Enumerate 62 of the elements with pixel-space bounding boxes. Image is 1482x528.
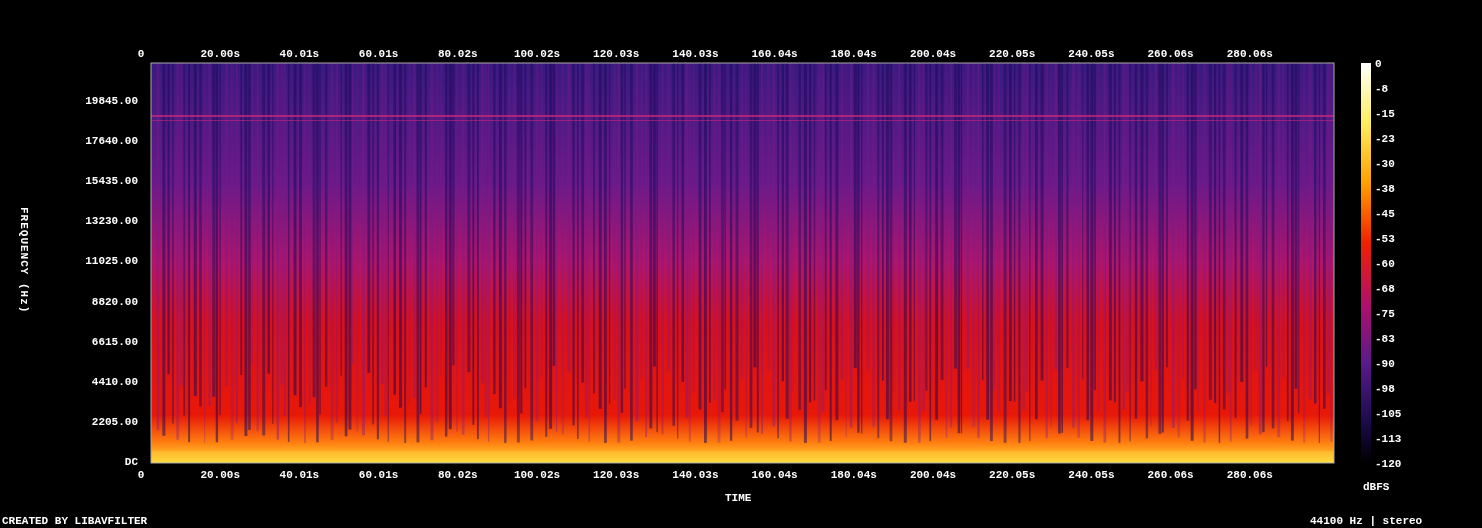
time-tick-label: 260.06s	[1147, 470, 1194, 481]
frequency-tick-label: 15435.00	[85, 176, 138, 188]
time-tick-label: 140.03s	[672, 49, 719, 60]
scale-unit-label: dBFS	[1363, 482, 1390, 493]
time-tick-label: 160.04s	[751, 49, 798, 60]
scale-tick-label: -68	[1375, 284, 1395, 295]
scale-tick-label: -15	[1375, 109, 1395, 120]
scale-tick-label: -113	[1375, 434, 1402, 445]
frequency-tick-label: 2205.00	[91, 416, 138, 428]
scale-tick-label: -8	[1375, 84, 1389, 95]
time-tick-label: 80.02s	[438, 49, 478, 60]
frequency-tick-label: 19845.00	[85, 96, 138, 107]
frequency-tick-label: 17640.00	[85, 136, 138, 148]
time-tick-label: 40.01s	[279, 470, 320, 481]
scale-tick-label: -45	[1375, 209, 1395, 220]
time-tick-label: 60.01s	[358, 49, 399, 60]
frequency-tick-label: 4410.00	[91, 376, 138, 388]
scale-tick-label: -60	[1375, 259, 1395, 270]
scale-tick-label: -98	[1375, 384, 1395, 395]
audio-format-text: 44100 Hz | stereo	[1310, 516, 1423, 527]
scale-tick-label: -90	[1375, 359, 1395, 370]
time-tick-label: 220.05s	[989, 49, 1036, 60]
credit-text: CREATED BY LIBAVFILTER	[2, 516, 148, 527]
scale-tick-label: 0	[1375, 59, 1382, 70]
time-tick-label: 160.04s	[751, 470, 798, 481]
time-tick-label: 180.04s	[830, 470, 877, 481]
time-tick-label: 20.00s	[200, 470, 240, 481]
frequency-tick-label: 6615.00	[91, 336, 138, 348]
time-axis-title: TIME	[725, 493, 752, 504]
time-tick-label: 100.02s	[513, 49, 561, 60]
time-tick-label: 200.04s	[909, 470, 957, 481]
time-tick-label: 260.06s	[1147, 49, 1194, 60]
scale-tick-label: -23	[1375, 134, 1395, 145]
scale-tick-label: -105	[1375, 409, 1402, 420]
time-tick-label: 180.04s	[830, 49, 877, 60]
scale-tick-label: -38	[1375, 184, 1395, 195]
time-tick-label: 140.03s	[672, 470, 719, 481]
time-tick-label: 80.02s	[438, 470, 478, 481]
time-tick-label: 100.02s	[513, 470, 561, 481]
time-tick-label: 200.04s	[909, 49, 957, 60]
scale-tick-label: -30	[1375, 159, 1395, 170]
scale-tick-label: -75	[1375, 309, 1395, 320]
frequency-tick-label: 8820.00	[91, 296, 138, 308]
time-tick-label: 120.03s	[593, 470, 640, 481]
time-tick-label: 220.05s	[989, 470, 1036, 481]
time-tick-label: 280.06s	[1226, 470, 1273, 481]
time-tick-label: 40.01s	[279, 49, 320, 60]
frequency-tick-label: DC	[124, 456, 138, 468]
time-tick-label: 20.00s	[200, 49, 240, 60]
time-tick-label: 120.03s	[593, 49, 640, 60]
time-tick-label: 240.05s	[1068, 470, 1115, 481]
frequency-axis-title: FREQUENCY (Hz)	[18, 207, 29, 314]
time-tick-label: 240.05s	[1068, 49, 1115, 60]
time-tick-label: 280.06s	[1226, 49, 1273, 60]
scale-tick-label: -83	[1375, 334, 1395, 345]
scale-tick-label: -53	[1375, 234, 1395, 245]
time-tick-label: 60.01s	[358, 470, 399, 481]
frequency-tick-label: 11025.00	[85, 256, 138, 268]
frequency-tick-label: 13230.00	[85, 216, 138, 228]
scale-tick-label: -120	[1375, 459, 1402, 470]
time-tick-label: 0	[137, 470, 145, 481]
time-tick-label: 0	[137, 49, 145, 60]
